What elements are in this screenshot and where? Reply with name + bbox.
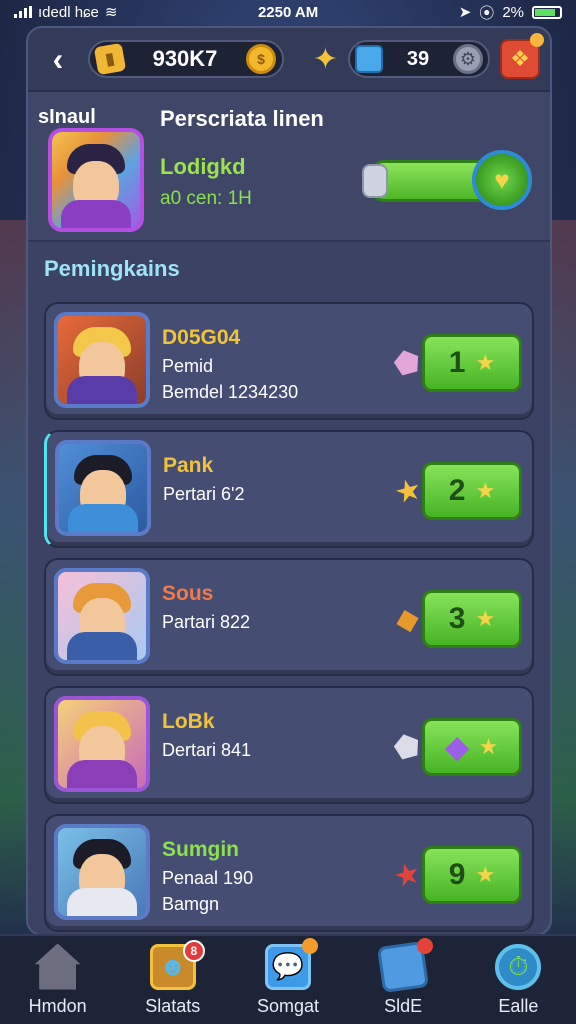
player-stat: Partari 822 <box>162 612 251 632</box>
claim-toggle-button[interactable]: ♥ <box>362 150 532 212</box>
section-title: Pemingkains <box>44 256 180 281</box>
player-name: LoBk <box>162 710 215 733</box>
star-icon: ★ <box>478 734 499 759</box>
player-name: Sous <box>162 582 214 605</box>
leaderboard-row[interactable]: Sous Partari 822 ◆ 3 ★ <box>44 558 534 676</box>
player-avatar <box>54 312 150 408</box>
chevron-left-icon: ‹ <box>52 40 64 77</box>
player-stat: Pertari 6'2 <box>163 484 245 504</box>
battery-icon <box>532 5 562 19</box>
location-icon: ➤ <box>458 4 472 21</box>
wifi-icon: ≋ <box>104 4 118 21</box>
leaderboard-panel: ‹ ▮ 930K7 $ ✦ 39 ⚙ ❖ sInaul Perscriata l… <box>26 26 552 936</box>
player-stat: Penaal 190 <box>162 868 254 888</box>
player-name: D05G04 <box>162 326 241 349</box>
player-stat: Dertari 841 <box>162 740 252 760</box>
top-bar: ‹ ▮ 930K7 $ ✦ 39 ⚙ ❖ <box>28 28 550 92</box>
featured-name: Lodigkd <box>160 154 246 179</box>
rank-number: 3 <box>448 602 466 635</box>
nav-label: Hmdon <box>28 995 87 1016</box>
check-heart-icon: ♥ <box>472 150 532 210</box>
leaderboard-row[interactable]: Sumgin Penaal 190 Bamgn ★ 9 ★ <box>44 814 534 932</box>
nav-item-shop[interactable]: SldE <box>353 937 453 1017</box>
featured-player: sInaul Perscriata linen Lodigkd a0 cen: … <box>28 92 550 242</box>
signal-icon <box>14 6 32 18</box>
rank-button[interactable]: 9 ★ <box>422 846 522 904</box>
nav-label: Somgat <box>256 995 319 1016</box>
player-avatar <box>54 568 150 664</box>
nav-label: Ealle <box>498 995 539 1016</box>
purple-crystal-icon: ◆ <box>445 730 469 764</box>
status-bar: ıdedl hɕe ≋ 2250 AM ➤ ⦿ 2% <box>0 0 576 24</box>
pin-icon: ⦿ <box>479 4 495 22</box>
gold-card-icon: ▮ <box>93 42 127 76</box>
rank-button[interactable]: 1 ★ <box>422 334 522 392</box>
avatar-body <box>61 200 131 228</box>
player-avatar <box>54 696 150 792</box>
battle-gear-icon: ⏱ <box>495 943 542 990</box>
player-avatar <box>54 824 150 920</box>
back-button[interactable]: ‹ <box>38 39 78 79</box>
featured-title: Perscriata linen <box>160 106 324 131</box>
star-icon: ★ <box>475 350 496 375</box>
featured-label: sInaul <box>38 106 96 128</box>
star-icon: ★ <box>475 606 496 631</box>
settings-gear-icon[interactable]: ⚙ <box>453 44 483 74</box>
gem-value: 39 <box>406 47 430 70</box>
battery-label: 2% <box>502 3 524 21</box>
gift-icon: ❖ <box>510 46 530 71</box>
claim-cap <box>362 164 388 198</box>
nav-item-stats[interactable]: ☻ 8 Slatats <box>123 939 223 1017</box>
leaderboard-row[interactable]: LoBk Dertari 841 ⬟ ◆ ★ <box>44 686 534 804</box>
nav-item-home[interactable]: Hmdon <box>8 943 108 1017</box>
alert-dot <box>417 937 434 954</box>
gift-button[interactable]: ❖ <box>500 33 544 79</box>
nav-item-chat[interactable]: 💬 Somgat <box>238 937 338 1017</box>
alert-dot <box>301 937 318 954</box>
leaderboard-row[interactable]: D05G04 Pemid Bemdel 1234230 ⬟ 1 ★ <box>44 302 534 420</box>
player-stat-2: Bamgn <box>162 894 220 914</box>
home-icon <box>34 943 81 990</box>
star-icon: ★ <box>475 862 496 887</box>
gem-icon <box>355 45 383 73</box>
bottom-navigation: Hmdon ☻ 8 Slatats 💬 Somgat SldE ⏱ Ealle <box>0 934 576 1024</box>
carrier-label: ıdedl hɕe <box>38 3 99 21</box>
notification-badge: 8 <box>182 939 205 962</box>
player-avatar <box>55 440 151 536</box>
rank-number: 9 <box>448 858 466 891</box>
rank-button[interactable]: ◆ ★ <box>422 718 522 776</box>
nav-label: Slatats <box>145 995 201 1016</box>
gem-counter[interactable]: 39 ⚙ <box>348 40 490 78</box>
star-icon: ★ <box>475 478 496 503</box>
player-name: Sumgin <box>162 838 239 861</box>
coin-counter[interactable]: ▮ 930K7 $ <box>88 40 284 78</box>
nav-item-battle[interactable]: ⏱ Ealle <box>468 943 568 1017</box>
player-stat-2: Bemdel 1234230 <box>162 382 299 402</box>
player-stat: Pemid <box>162 356 214 376</box>
leaderboard-row[interactable]: Pank Pertari 6'2 ★ 2 ★ <box>44 430 534 548</box>
rank-button[interactable]: 3 ★ <box>422 590 522 648</box>
rank-number: 2 <box>448 474 466 507</box>
clock: 2250 AM <box>257 3 319 21</box>
rank-button[interactable]: 2 ★ <box>422 462 522 520</box>
featured-avatar[interactable] <box>48 128 144 232</box>
coin-value: 930K7 <box>152 46 218 71</box>
rank-number: 1 <box>448 346 466 379</box>
status-left: ıdedl hɕe ≋ <box>14 3 117 21</box>
featured-subtitle: a0 cen: 1H <box>160 188 252 209</box>
player-name: Pank <box>163 454 214 477</box>
coin-icon: $ <box>246 44 276 74</box>
status-right: ➤ ⦿ 2% <box>459 2 562 23</box>
energy-star-icon[interactable]: ✦ <box>313 42 338 77</box>
nav-label: SldE <box>384 995 423 1016</box>
